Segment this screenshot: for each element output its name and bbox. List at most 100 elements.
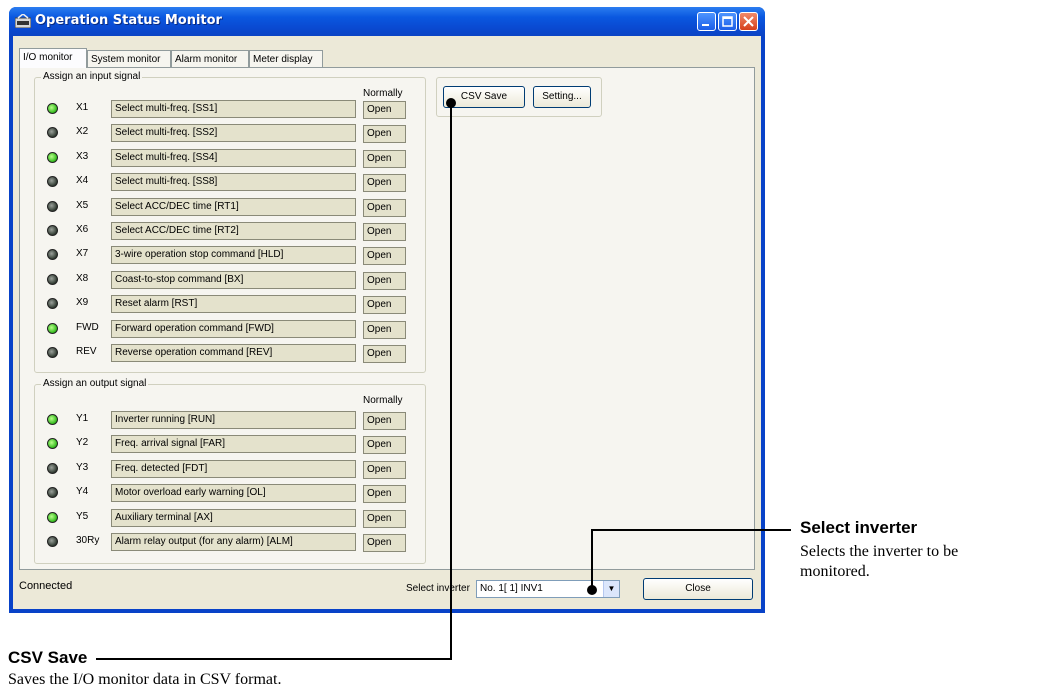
signal-row: X3 Select multi-freq. [SS4] Open xyxy=(35,148,425,169)
io-monitor-panel: Assign an input signal Normally X1 Select… xyxy=(19,67,755,570)
signal-row: Y4 Motor overload early warning [OL] Open xyxy=(35,484,425,504)
signal-normal-state: Open xyxy=(363,125,406,144)
signal-description: Inverter running [RUN] xyxy=(111,411,356,429)
signal-row: Y3 Freq. detected [FDT] Open xyxy=(35,459,425,480)
maximize-icon xyxy=(722,16,733,27)
status-led-icon xyxy=(47,462,58,474)
signal-description: Reverse operation command [REV] xyxy=(111,344,356,362)
signal-normal-state: Open xyxy=(363,101,406,119)
signal-terminal: 30Ry xyxy=(76,535,100,546)
status-led-icon xyxy=(47,487,58,499)
csv-save-annotation-desc: Saves the I/O monitor data in CSV format… xyxy=(8,671,282,688)
signal-terminal: FWD xyxy=(76,321,99,333)
minimize-icon xyxy=(702,24,709,26)
minimize-button[interactable] xyxy=(697,12,716,31)
signal-description: Motor overload early warning [OL] xyxy=(111,484,356,503)
signal-description: Forward operation command [FWD] xyxy=(111,319,356,338)
close-button[interactable]: Close xyxy=(643,578,753,600)
signal-row: FWD Forward operation command [FWD] Open xyxy=(35,319,425,340)
signal-description: Select multi-freq. [SS8] xyxy=(111,173,356,192)
signal-description: Freq. arrival signal [FAR] xyxy=(111,435,356,454)
status-led-icon xyxy=(47,273,58,285)
signal-description: Alarm relay output (for any alarm) [ALM] xyxy=(111,533,356,551)
signal-normal-state: Open xyxy=(363,509,406,528)
signal-normal-state: Open xyxy=(363,534,406,552)
status-led-icon xyxy=(47,511,58,523)
status-led-icon xyxy=(47,414,58,425)
signal-description: Reset alarm [RST] xyxy=(111,295,356,314)
signal-row: REV Reverse operation command [REV] Open xyxy=(35,344,425,364)
setting-button[interactable]: Setting... xyxy=(533,86,591,108)
status-led-icon xyxy=(47,298,58,310)
status-led-icon xyxy=(47,200,58,212)
signal-terminal: Y5 xyxy=(76,510,89,522)
chevron-down-icon[interactable]: ▼ xyxy=(603,581,619,597)
signal-description: Select multi-freq. [SS1] xyxy=(111,100,356,118)
tab-meter-display[interactable]: Meter display xyxy=(249,50,323,67)
select-inverter-annotation-desc-1: Selects the inverter to be xyxy=(800,543,959,560)
status-led-icon xyxy=(47,127,58,139)
signal-normal-state: Open xyxy=(363,223,406,241)
status-led-icon xyxy=(47,438,58,450)
signal-row: X7 3-wire operation stop command [HLD] Ope… xyxy=(35,246,425,266)
csv-save-callout-line xyxy=(450,103,452,660)
tab-alarm-monitor[interactable]: Alarm monitor xyxy=(171,50,249,67)
window-client-area: I/O monitor System monitor Alarm monitor… xyxy=(13,36,761,609)
signal-normal-state: Open xyxy=(363,485,406,504)
tab-io-monitor[interactable]: I/O monitor xyxy=(19,48,87,68)
output-group-title: Assign an output signal xyxy=(41,378,149,389)
signal-normal-state: Open xyxy=(363,271,406,290)
signal-terminal: X3 xyxy=(76,150,89,162)
select-inverter-label: Select inverter xyxy=(406,583,470,594)
input-signal-group: Assign an input signal Normally X1 Select… xyxy=(34,71,426,373)
select-inverter-callout-hline xyxy=(591,529,791,531)
status-led-icon xyxy=(47,249,58,261)
signal-description: Select ACC/DEC time [RT1] xyxy=(111,197,356,216)
signal-normal-state: Open xyxy=(363,247,406,266)
signal-description: Select multi-freq. [SS4] xyxy=(111,148,356,167)
signal-normal-state: Open xyxy=(363,174,406,193)
signal-terminal: X9 xyxy=(76,297,89,309)
input-normally-header: Normally xyxy=(363,88,403,99)
tab-system-monitor[interactable]: System monitor xyxy=(87,50,171,67)
signal-terminal: Y4 xyxy=(76,486,89,498)
action-button-group: CSV Save Setting... xyxy=(436,77,602,117)
status-led-icon xyxy=(47,347,58,358)
signal-normal-state: Open xyxy=(363,345,406,363)
status-led-icon xyxy=(47,151,58,163)
close-window-button[interactable] xyxy=(739,12,758,31)
status-led-icon xyxy=(47,225,58,236)
signal-normal-state: Open xyxy=(363,296,406,315)
signal-normal-state: Open xyxy=(363,320,406,339)
csv-save-annotation-title: CSV Save xyxy=(8,648,88,667)
status-led-icon xyxy=(47,322,58,334)
signal-row: X9 Reset alarm [RST] Open xyxy=(35,295,425,315)
select-inverter-combo[interactable]: No. 1[ 1] INV1 ▼ xyxy=(476,580,620,598)
inverter-app-icon xyxy=(15,14,31,28)
status-led-icon xyxy=(47,103,58,114)
select-inverter-callout-line xyxy=(591,529,593,587)
signal-terminal: X1 xyxy=(76,102,89,113)
select-inverter-annotation-desc-2: monitored. xyxy=(800,563,870,580)
signal-row: 30Ry Alarm relay output (for any alarm) [… xyxy=(35,533,425,553)
signal-terminal: Y3 xyxy=(76,461,89,473)
signal-terminal: X4 xyxy=(76,175,89,187)
signal-terminal: X2 xyxy=(76,126,89,138)
title-bar[interactable]: Operation Status Monitor xyxy=(9,7,765,36)
output-signal-group: Assign an output signal Normally Y1 Inver… xyxy=(34,378,426,564)
status-led-icon xyxy=(47,176,58,188)
signal-terminal: X5 xyxy=(76,199,89,211)
window-title: Operation Status Monitor xyxy=(35,13,222,28)
signal-terminal: Y1 xyxy=(76,413,89,424)
signal-row: Y1 Inverter running [RUN] Open xyxy=(35,411,425,431)
signal-normal-state: Open xyxy=(363,412,406,430)
maximize-button[interactable] xyxy=(718,12,737,31)
output-normally-header: Normally xyxy=(363,395,403,406)
signal-normal-state: Open xyxy=(363,460,406,479)
close-icon xyxy=(743,16,754,27)
signal-description: Select ACC/DEC time [RT2] xyxy=(111,222,356,240)
signal-terminal: X8 xyxy=(76,272,89,284)
signal-row: X6 Select ACC/DEC time [RT2] Open xyxy=(35,222,425,242)
signal-normal-state: Open xyxy=(363,198,406,217)
select-inverter-annotation-title: Select inverter xyxy=(800,518,918,537)
